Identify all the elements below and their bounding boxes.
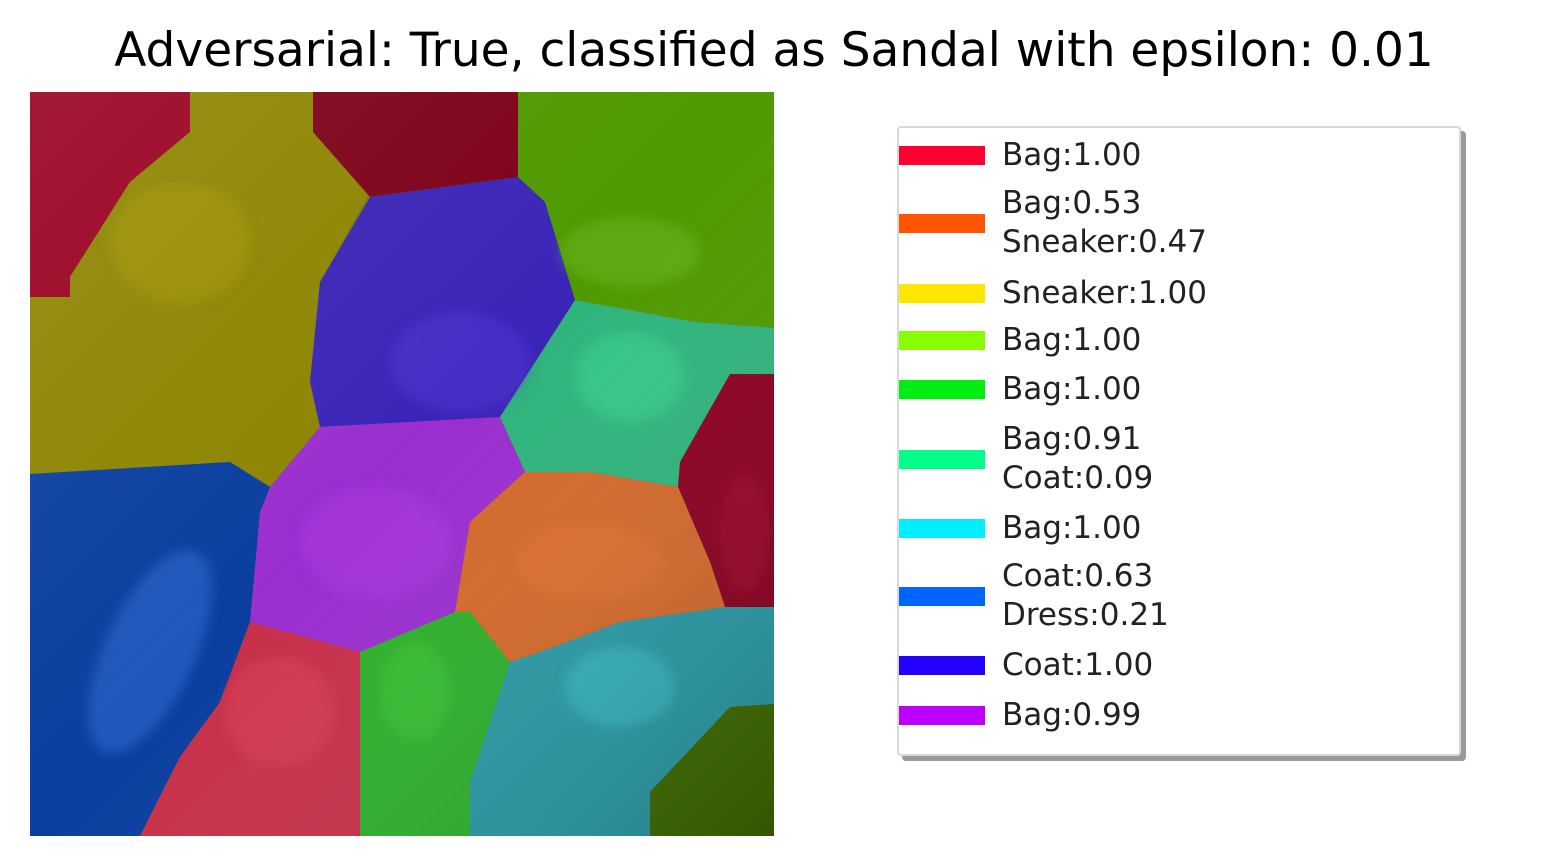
legend-swatch <box>899 586 985 606</box>
legend-label: Coat:0.63 Dress:0.21 <box>1002 558 1169 633</box>
legend-box: Bag:1.00 Bag:0.53 Sneaker:0.47 Sneaker:1.0… <box>897 126 1461 756</box>
legend-swatch <box>899 449 985 469</box>
legend-swatch <box>899 213 985 233</box>
legend-label: Coat:1.00 <box>1002 647 1154 683</box>
legend-entry: Coat:1.00 <box>899 646 1153 685</box>
legend-entry: Bag:1.00 <box>899 509 1141 548</box>
figure-title: Adversarial: True, classified as Sandal … <box>114 23 1434 78</box>
legend-label: Bag:1.00 <box>1002 510 1142 546</box>
legend-swatch <box>899 519 985 538</box>
legend-swatch <box>899 331 985 350</box>
legend-label: Bag:0.91 Coat:0.09 <box>1002 421 1154 496</box>
legend-label: Bag:1.00 <box>1002 371 1142 407</box>
legend-entry: Bag:1.00 <box>899 370 1141 409</box>
legend-entry: Bag:0.53 Sneaker:0.47 <box>899 184 1207 262</box>
legend-label: Bag:0.53 Sneaker:0.47 <box>1002 185 1207 260</box>
legend-swatch <box>899 284 985 303</box>
legend-swatch <box>899 380 985 399</box>
legend-entry: Bag:1.00 <box>899 321 1141 360</box>
legend-swatch <box>899 656 985 675</box>
legend-entry: Bag:0.91 Coat:0.09 <box>899 420 1153 498</box>
legend-label: Bag:0.99 <box>1002 697 1142 733</box>
legend-label: Bag:1.00 <box>1002 137 1142 173</box>
legend-swatch <box>899 706 985 725</box>
legend-swatch <box>899 146 985 165</box>
legend-entry: Bag:0.99 <box>899 696 1141 735</box>
segmentation-image <box>30 92 774 836</box>
legend-entry: Sneaker:1.00 <box>899 274 1207 313</box>
legend-entry: Coat:0.63 Dress:0.21 <box>899 557 1169 635</box>
legend-entry: Bag:1.00 <box>899 136 1141 175</box>
legend-label: Bag:1.00 <box>1002 322 1142 358</box>
legend-label: Sneaker:1.00 <box>1002 275 1207 311</box>
